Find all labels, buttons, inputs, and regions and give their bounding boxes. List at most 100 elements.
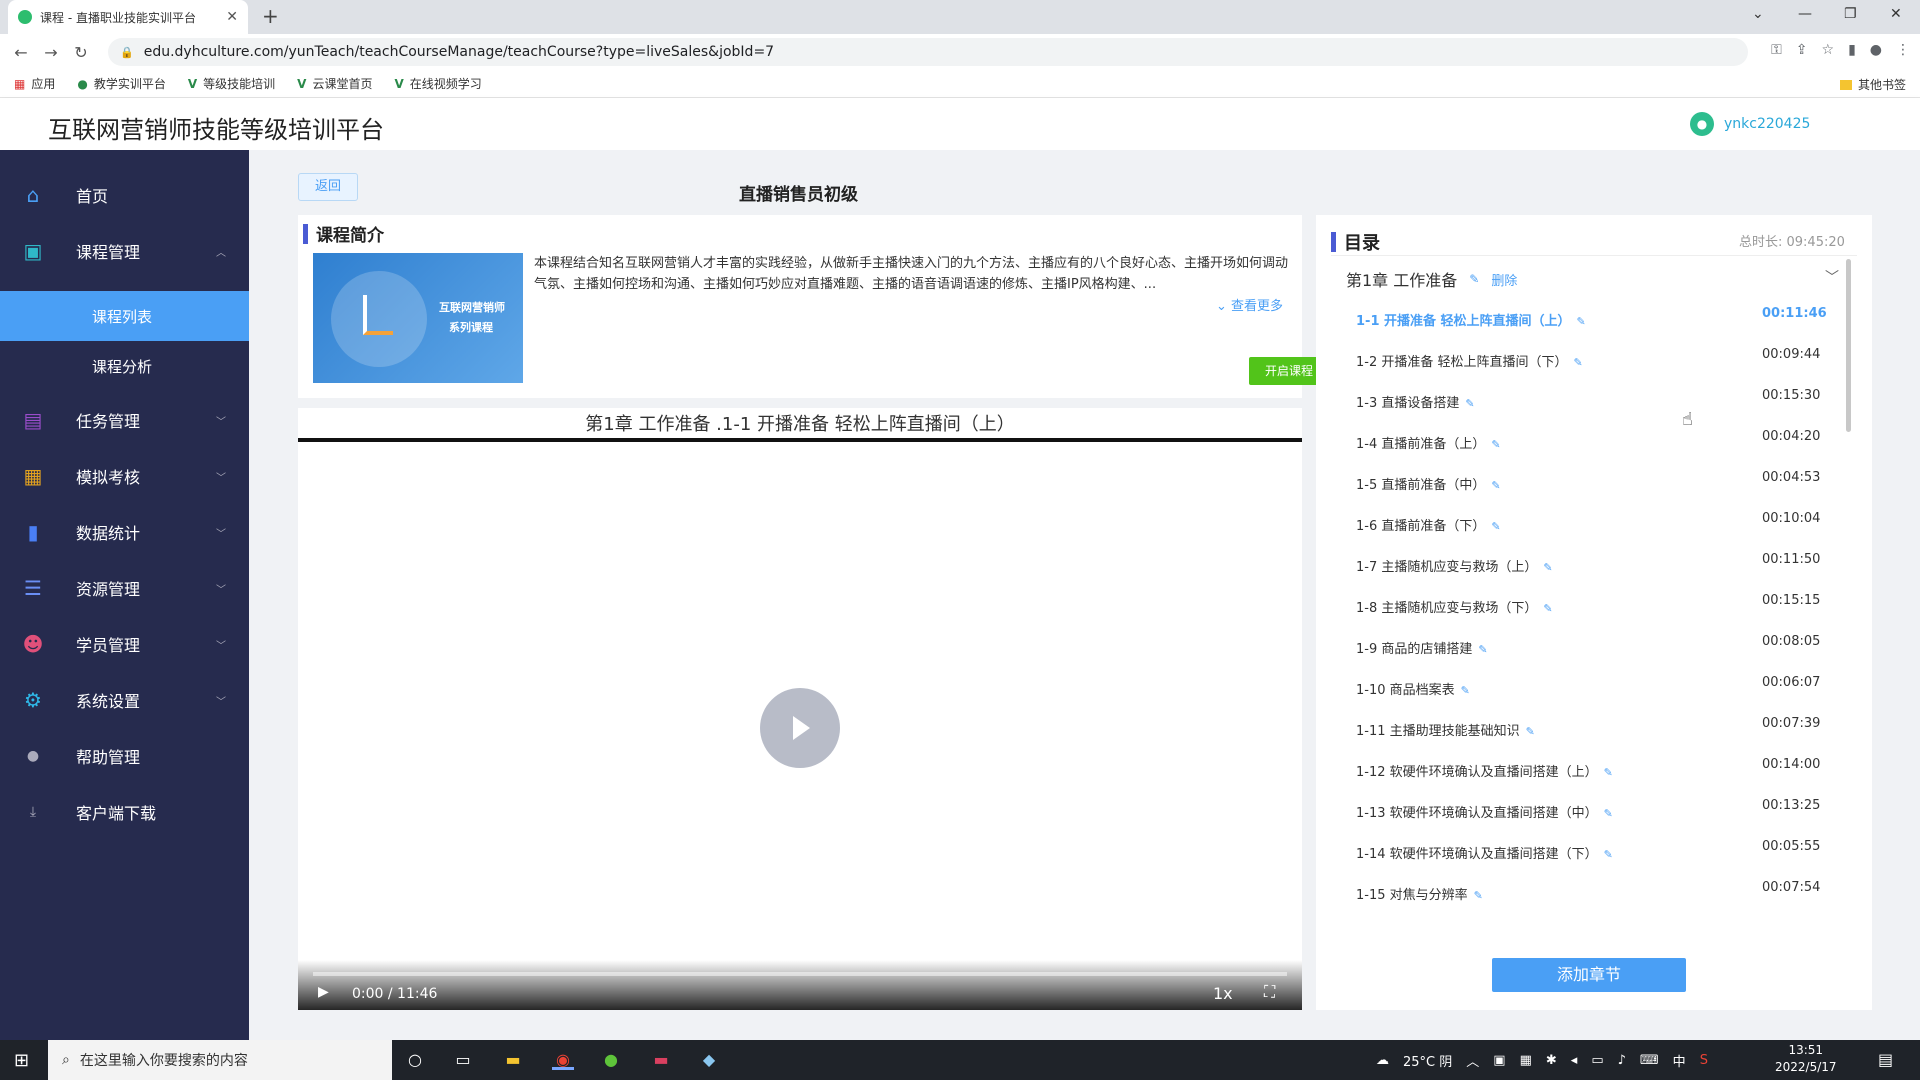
edit-icon[interactable]: ✎ [1478,643,1487,656]
lesson-item[interactable]: 1-3 直播设备搭建 ✎ 00:15:30 [1356,388,1820,412]
edit-icon[interactable]: ✎ [1469,272,1479,286]
sidebar-item-course-management[interactable]: ▣ 课程管理 ︿ [0,223,249,279]
chapter-header[interactable]: 第1章 工作准备 ✎ 删除 [1346,267,1517,291]
star-icon[interactable]: ☆ [1822,42,1835,58]
bookmark-item[interactable]: ● 教学实训平台 [77,75,166,92]
edit-icon[interactable]: ✎ [1543,561,1552,574]
edit-icon[interactable]: ✎ [1543,602,1552,615]
task-view-icon[interactable]: ▭ [452,1050,474,1070]
file-explorer-icon[interactable]: ▬ [502,1050,524,1070]
edit-icon[interactable]: ✎ [1474,889,1483,902]
new-tab-button[interactable]: + [262,4,279,28]
sidepanel-icon[interactable]: ▮ [1848,42,1856,58]
edit-icon[interactable]: ✎ [1491,520,1500,533]
shield-icon[interactable]: ▣ [1493,1053,1505,1068]
lesson-item[interactable]: 1-8 主播随机应变与救场（下） ✎ 00:15:15 [1356,593,1820,617]
edit-icon[interactable]: ✎ [1604,848,1613,861]
lesson-item[interactable]: 1-10 商品档案表 ✎ 00:06:07 [1356,675,1820,699]
share-icon[interactable]: ⇪ [1796,42,1808,58]
notification-icon[interactable]: ▤ [1878,1050,1893,1069]
restore-icon[interactable]: ❐ [1844,6,1857,22]
minimize-icon[interactable]: — [1798,6,1812,22]
lesson-item[interactable]: 1-14 软硬件环境确认及直播间搭建（下） ✎ 00:05:55 [1356,839,1820,863]
lesson-item[interactable]: 1-11 主播助理技能基础知识 ✎ 00:07:39 [1356,716,1820,740]
speed-button[interactable]: 1x [1213,984,1233,1003]
clock[interactable]: 13:51 2022/5/17 [1775,1042,1837,1076]
lesson-item[interactable]: 1-5 直播前准备（中） ✎ 00:04:53 [1356,470,1820,494]
tab-search-icon[interactable]: ⌄ [1752,6,1764,22]
edit-icon[interactable]: ✎ [1604,807,1613,820]
sidebar-item-download[interactable]: ⤓ 客户端下载 [0,784,249,840]
lesson-item[interactable]: 1-15 对焦与分辨率 ✎ 00:07:54 [1356,880,1820,904]
lesson-item[interactable]: 1-6 直播前准备（下） ✎ 00:10:04 [1356,511,1820,535]
menu-icon[interactable]: ⋮ [1896,42,1910,58]
lesson-item[interactable]: 1-2 开播准备 轻松上阵直播间（下） ✎ 00:09:44 [1356,347,1820,371]
sidebar-item-settings[interactable]: ⚙ 系统设置 ﹀ [0,672,249,728]
sidebar-subitem-course-analysis[interactable]: 课程分析 [0,341,249,391]
big-play-button[interactable] [760,688,840,768]
forward-icon[interactable]: → [36,43,66,62]
edit-icon[interactable]: ✎ [1491,438,1500,451]
sidebar-item-help[interactable]: ● 帮助管理 [0,728,249,784]
edit-icon[interactable]: ✎ [1461,684,1470,697]
browser-tab[interactable]: 课程 - 直播职业技能实训平台 ✕ [8,0,248,34]
play-icon[interactable]: ▶ [318,984,329,1000]
speaker-icon[interactable]: ♪ [1618,1053,1626,1068]
windows-start-icon[interactable]: ⊞ [14,1050,29,1071]
sidebar-item-task-management[interactable]: ▤ 任务管理 ﹀ [0,392,249,448]
app-green-icon[interactable]: ● [600,1050,622,1070]
scrollbar[interactable] [1846,259,1851,432]
edit-icon[interactable]: ✎ [1604,766,1613,779]
bookmark-item[interactable]: V 云课堂首页 [297,75,372,92]
app-red-icon[interactable]: ▬ [650,1050,672,1070]
edit-icon[interactable]: ✎ [1526,725,1535,738]
keyboard-icon[interactable]: ⌨ [1640,1053,1659,1068]
sidebar-item-statistics[interactable]: ▮ 数据统计 ﹀ [0,504,249,560]
network-icon[interactable]: ▭ [1591,1053,1603,1068]
delete-chapter-link[interactable]: 删除 [1491,270,1517,289]
cortana-icon[interactable]: ○ [404,1050,426,1070]
edit-icon[interactable]: ✎ [1465,397,1474,410]
ime-indicator[interactable]: 中 [1673,1051,1686,1070]
sidebar-item-mock-exam[interactable]: ▦ 模拟考核 ﹀ [0,448,249,504]
edit-icon[interactable]: ✎ [1574,356,1583,369]
lesson-item[interactable]: 1-13 软硬件环境确认及直播间搭建（中） ✎ 00:13:25 [1356,798,1820,822]
fullscreen-icon[interactable]: ⛶ [1264,982,1275,1002]
add-chapter-button[interactable]: 添加章节 [1492,958,1686,992]
network-app-icon[interactable]: ▦ [1520,1053,1532,1068]
url-input[interactable]: 🔒 edu.dyhculture.com/yunTeach/teachCours… [108,38,1748,66]
other-bookmarks[interactable]: 其他书签 [1839,76,1906,93]
lesson-item[interactable]: 1-4 直播前准备（上） ✎ 00:04:20 [1356,429,1820,453]
sidebar-item-home[interactable]: ⌂ 首页 [0,167,249,223]
sidebar-item-resources[interactable]: ☰ 资源管理 ﹀ [0,560,249,616]
sidebar-subitem-course-list[interactable]: 课程列表 [0,291,249,341]
user-menu[interactable]: ● ynkc220425 [1690,112,1810,136]
sidebar-item-students[interactable]: ☻ 学员管理 ﹀ [0,616,249,672]
edit-icon[interactable]: ✎ [1491,479,1500,492]
lesson-item[interactable]: 1-12 软硬件环境确认及直播间搭建（上） ✎ 00:14:00 [1356,757,1820,781]
chevron-down-icon[interactable]: ﹀ [1825,267,1839,287]
reload-icon[interactable]: ↻ [66,43,96,62]
tray-up-icon[interactable]: ︿ [1466,1051,1479,1070]
key-icon[interactable]: ⚿ [1771,42,1782,58]
close-tab-icon[interactable]: ✕ [226,9,238,25]
chrome-icon[interactable]: ◉ [552,1050,574,1070]
back-icon[interactable]: ← [6,43,36,62]
volume-off-icon[interactable]: ◂ [1571,1053,1578,1068]
bookmark-apps[interactable]: ▦ 应用 [14,75,55,92]
bookmark-item[interactable]: V 在线视频学习 [394,75,481,92]
lesson-item[interactable]: 1-7 主播随机应变与救场（上） ✎ 00:11:50 [1356,552,1820,576]
sogou-icon[interactable]: S [1700,1053,1708,1068]
taskbar-search-input[interactable]: ⌕ 在这里输入你要搜索的内容 [48,1040,392,1080]
lesson-item[interactable]: 1-1 开播准备 轻松上阵直播间（上） ✎ 00:11:46 [1356,306,1827,330]
video-area[interactable]: ▶ 0:00 / 11:46 1x ⛶ [298,446,1302,1010]
app-blue-icon[interactable]: ◆ [698,1050,720,1070]
profile-icon[interactable]: ● [1870,42,1882,58]
lesson-item[interactable]: 1-9 商品的店铺搭建 ✎ 00:08:05 [1356,634,1820,658]
edit-icon[interactable]: ✎ [1577,315,1586,328]
bookmark-item[interactable]: V 等级技能培训 [188,75,275,92]
close-window-icon[interactable]: ✕ [1890,6,1902,22]
bluetooth-icon[interactable]: ✱ [1546,1053,1557,1068]
see-more-link[interactable]: ⌄ 查看更多 [1216,295,1283,314]
back-button[interactable]: 返回 [298,173,358,201]
